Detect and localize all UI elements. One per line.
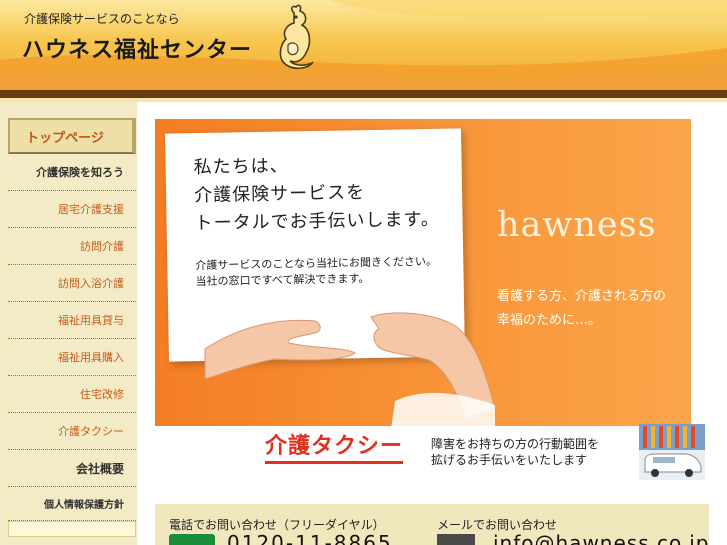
sidebar-bottom-box bbox=[8, 521, 136, 537]
contact-section: 電話でお問い合わせ（フリーダイヤル） 0120-11-8865 メールでお問い合… bbox=[155, 504, 709, 545]
header-tagline: 介護保険サービスのことなら bbox=[24, 12, 180, 26]
care-taxi-link[interactable]: 介護タクシー bbox=[265, 433, 404, 464]
care-taxi-description-1: 障害をお持ちの方の行動範囲を bbox=[431, 437, 600, 451]
phone-number[interactable]: 0120-11-8865 bbox=[227, 531, 393, 545]
nav-item-visit-bathing[interactable]: 訪問入浴介護 bbox=[8, 265, 136, 302]
nav-item-home-care-support[interactable]: 居宅介護支援 bbox=[8, 191, 136, 228]
nav-item-equipment-purchase[interactable]: 福祉用具購入 bbox=[8, 339, 136, 376]
nav-item-privacy-policy[interactable]: 個人情報保護方針 bbox=[8, 487, 136, 521]
care-taxi-van-image[interactable] bbox=[639, 424, 705, 480]
hero-banner: 私たちは、 介護保険サービスを トータルでお手伝いします。 介護サービスのことな… bbox=[155, 119, 691, 426]
header-divider-bar bbox=[0, 90, 727, 98]
nav-item-home-renovation[interactable]: 住宅改修 bbox=[8, 376, 136, 413]
free-dial-icon bbox=[169, 534, 215, 545]
kangaroo-logo-icon[interactable] bbox=[272, 3, 322, 73]
hero-card-line-3: トータルでお手伝いします。 bbox=[194, 208, 440, 235]
hands-holding-card-image bbox=[204, 312, 495, 426]
nav-item-equipment-rental[interactable]: 福祉用具貸与 bbox=[8, 302, 136, 339]
site-title[interactable]: ハウネス福祉センター bbox=[22, 32, 252, 64]
hero-brand-word: hawness bbox=[497, 205, 657, 245]
main-content: 私たちは、 介護保険サービスを トータルでお手伝いします。 介護サービスのことな… bbox=[137, 102, 727, 545]
hero-subtitle-2: 幸福のために…。 bbox=[497, 313, 602, 328]
nav-item-company-profile[interactable]: 会社概要 bbox=[8, 450, 136, 487]
nav-item-top-page[interactable]: トップページ bbox=[8, 118, 136, 154]
nav-item-about-insurance[interactable]: 介護保険を知ろう bbox=[8, 154, 136, 191]
email-address-link[interactable]: info@hawness.co.jp bbox=[493, 531, 709, 545]
hero-card-line-1: 私たちは、 bbox=[193, 155, 289, 179]
sidebar-nav: トップページ 介護保険を知ろう 居宅介護支援 訪問介護 訪問入浴介護 福祉用具貸… bbox=[8, 118, 136, 545]
hero-card-line-2: 介護保険サービスを bbox=[193, 182, 366, 207]
site-header: 介護保険サービスのことなら ハウネス福祉センター bbox=[0, 0, 727, 90]
nav-item-care-taxi[interactable]: 介護タクシー bbox=[8, 413, 136, 450]
hero-subtitle-1: 看護する方、介護される方の bbox=[497, 289, 667, 304]
nav-item-home-visit-care[interactable]: 訪問介護 bbox=[8, 228, 136, 265]
envelope-icon bbox=[437, 534, 475, 545]
care-taxi-description-2: 拡げるお手伝いをいたします bbox=[431, 453, 588, 467]
hero-card-small-2: 当社の窓口ですべて解決できます。 bbox=[195, 272, 370, 289]
